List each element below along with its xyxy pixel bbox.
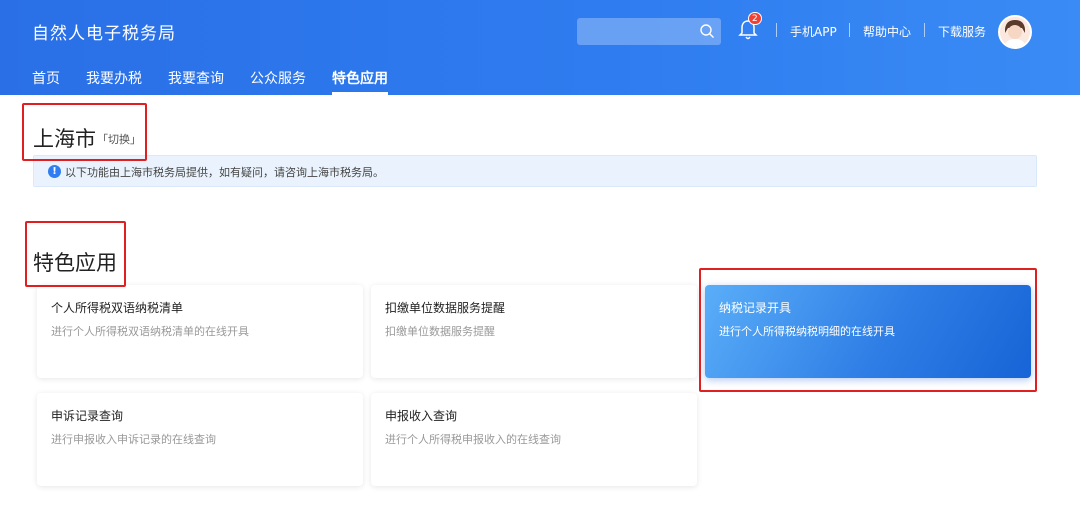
- search-icon[interactable]: [699, 23, 715, 39]
- nav-tax-filing[interactable]: 我要办税: [86, 68, 142, 95]
- nav-featured-apps[interactable]: 特色应用: [332, 68, 388, 95]
- notice-text: 以下功能由上海市税务局提供，如有疑问，请咨询上海市税务局。: [65, 166, 384, 179]
- avatar-icon: [1000, 17, 1030, 47]
- card-title: 个人所得税双语纳税清单: [51, 301, 184, 315]
- card-desc: 进行申报收入申诉记录的在线查询: [51, 433, 216, 446]
- card-desc: 进行个人所得税双语纳税清单的在线开具: [51, 325, 249, 338]
- annotation-box-city: [22, 103, 147, 161]
- card-title: 扣缴单位数据服务提醒: [385, 301, 506, 315]
- divider: [776, 23, 777, 37]
- annotation-box-card: [699, 268, 1037, 392]
- nav-query[interactable]: 我要查询: [168, 68, 224, 95]
- card-appeal-record-query[interactable]: 申诉记录查询 进行申报收入申诉记录的在线查询: [37, 393, 363, 486]
- card-income-query[interactable]: 申报收入查询 进行个人所得税申报收入的在线查询: [371, 393, 697, 486]
- annotation-box-section: [25, 221, 126, 287]
- download-service-link[interactable]: 下载服务: [938, 23, 986, 40]
- card-withholding-reminder[interactable]: 扣缴单位数据服务提醒 扣缴单位数据服务提醒: [371, 285, 697, 378]
- notification-badge: 2: [748, 12, 762, 25]
- card-desc: 扣缴单位数据服务提醒: [385, 325, 495, 338]
- site-title[interactable]: 自然人电子税务局: [32, 19, 176, 44]
- nav-home[interactable]: 首页: [32, 68, 60, 95]
- avatar[interactable]: [998, 15, 1032, 49]
- card-title: 申诉记录查询: [51, 409, 124, 423]
- nav-public-service[interactable]: 公众服务: [250, 68, 306, 95]
- search-input[interactable]: [577, 18, 721, 45]
- info-icon: !: [48, 165, 61, 178]
- divider: [924, 23, 925, 37]
- help-center-link[interactable]: 帮助中心: [863, 23, 911, 40]
- main-nav: 首页 我要办税 我要查询 公众服务 特色应用: [32, 68, 414, 95]
- top-header: 自然人电子税务局 2 手机APP 帮助中心 下载服务 首页 我要办税 我要查询 …: [0, 0, 1080, 95]
- card-bilingual-tax-list[interactable]: 个人所得税双语纳税清单 进行个人所得税双语纳税清单的在线开具: [37, 285, 363, 378]
- divider: [849, 23, 850, 37]
- card-desc: 进行个人所得税申报收入的在线查询: [385, 433, 561, 446]
- mobile-app-link[interactable]: 手机APP: [790, 23, 837, 40]
- card-title: 申报收入查询: [385, 409, 458, 423]
- notice-bar: ! 以下功能由上海市税务局提供，如有疑问，请咨询上海市税务局。: [33, 155, 1037, 187]
